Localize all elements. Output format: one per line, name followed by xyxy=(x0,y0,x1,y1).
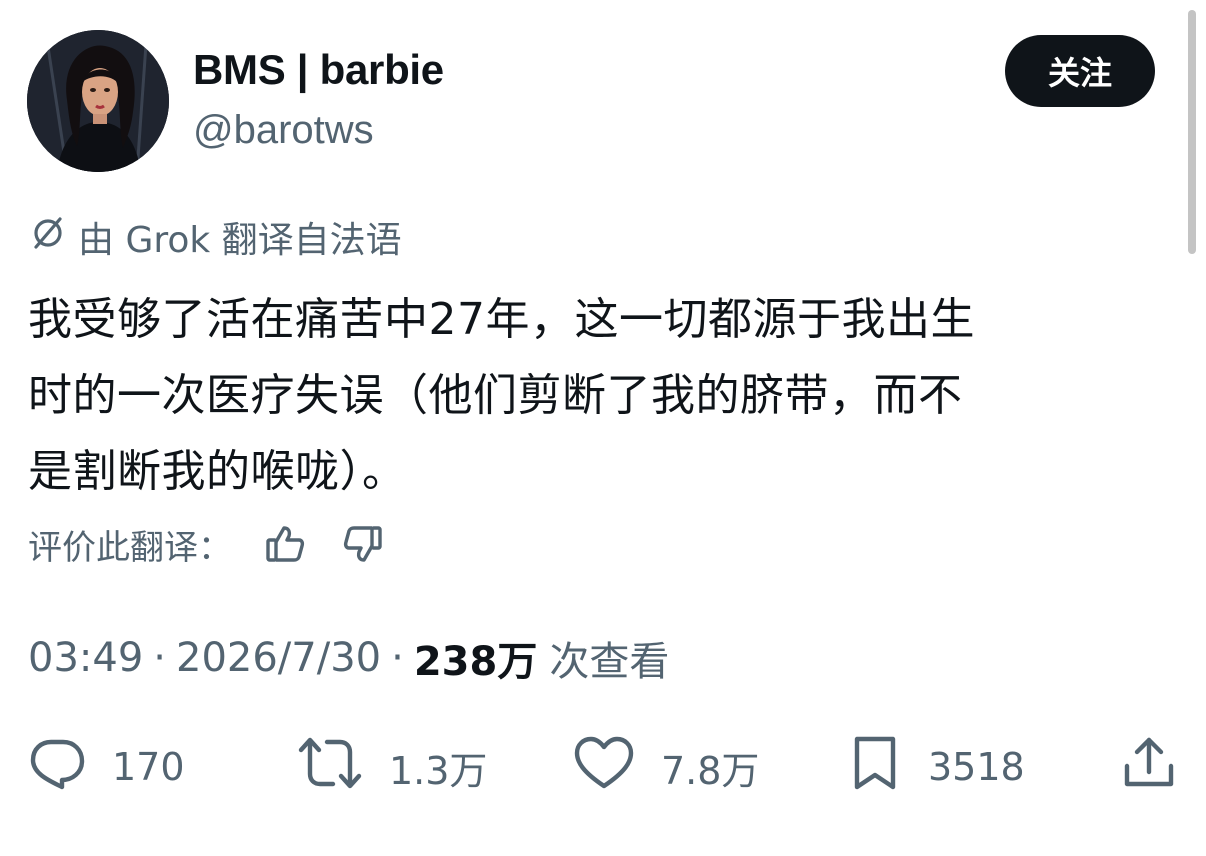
heart-icon xyxy=(573,734,635,801)
scrollbar[interactable] xyxy=(1188,10,1196,254)
like-button[interactable]: 7.8万 xyxy=(573,735,759,799)
tweet-text-line: 我受够了活在痛苦中27年，这一切都源于我出生 xyxy=(28,294,975,345)
author-handle[interactable]: @barotws xyxy=(193,108,374,153)
tweet-date[interactable]: 2026/7/30 xyxy=(176,635,381,681)
repost-count: 1.3万 xyxy=(389,748,488,793)
repost-button[interactable]: 1.3万 xyxy=(297,735,487,799)
thumbs-down-icon[interactable] xyxy=(338,519,388,569)
author-display-name[interactable]: BMS | barbie xyxy=(193,46,444,94)
views-count: 238万 xyxy=(413,639,538,685)
meta-separator: · xyxy=(153,635,166,681)
tweet-text: 我受够了活在痛苦中27年，这一切都源于我出生 时的一次医疗失误（他们剪断了我的脐… xyxy=(28,282,1178,510)
bookmark-count: 3518 xyxy=(928,745,1025,789)
repost-icon xyxy=(297,734,363,801)
translation-notice[interactable]: 由 Grok 翻译自法语 xyxy=(28,212,402,262)
tweet-time[interactable]: 03:49 xyxy=(28,635,143,681)
rate-translation: 评价此翻译： xyxy=(28,518,388,570)
views-label: 次查看 xyxy=(549,639,670,685)
translation-notice-text: 由 Grok 翻译自法语 xyxy=(78,220,402,261)
reply-count: 170 xyxy=(112,745,185,789)
share-button[interactable] xyxy=(1120,735,1178,799)
avatar-image xyxy=(27,30,169,172)
reply-bubble-icon xyxy=(28,734,86,801)
tweet-text-line: 时的一次医疗失误（他们剪断了我的脐带，而不 xyxy=(28,370,963,421)
avatar[interactable] xyxy=(27,30,169,172)
follow-button[interactable]: 关注 xyxy=(1005,35,1155,107)
grok-slash-icon xyxy=(28,213,78,262)
rate-translation-label: 评价此翻译： xyxy=(28,527,232,568)
meta-separator: · xyxy=(391,635,404,681)
thumbs-up-icon[interactable] xyxy=(260,519,310,569)
bookmark-icon xyxy=(848,734,902,801)
share-icon xyxy=(1120,734,1178,801)
tweet-meta: 03:49 · 2026/7/30 · 238万 次查看 xyxy=(28,628,669,688)
like-count: 7.8万 xyxy=(661,748,760,793)
reply-button[interactable]: 170 xyxy=(28,735,185,799)
tweet-text-line: 是割断我的喉咙）。 xyxy=(28,446,407,497)
bookmark-button[interactable]: 3518 xyxy=(848,735,1025,799)
